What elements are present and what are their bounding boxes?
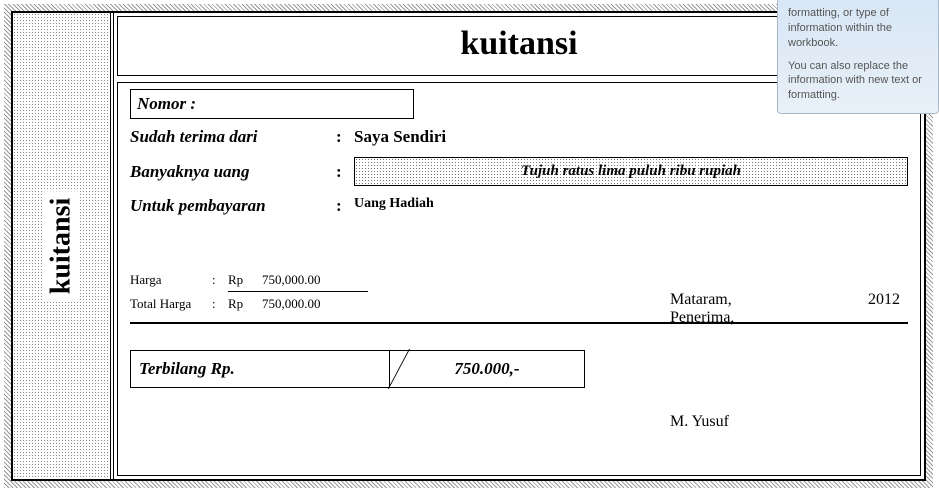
signature-block: Mataram, 2012 Penerima, M. Yusuf xyxy=(670,291,900,431)
place: Mataram, xyxy=(670,291,732,309)
total-value: 750,000.00 xyxy=(262,296,321,312)
nomor-label: Nomor : xyxy=(137,94,196,113)
colon: : xyxy=(336,162,354,182)
colon: : xyxy=(212,296,228,312)
help-tooltip: formatting, or type of information withi… xyxy=(777,0,939,114)
harga-label: Harga xyxy=(130,272,212,288)
receipt-body: Nomor : Sudah terima dari : Saya Sendiri… xyxy=(117,82,921,476)
terbilang-amount-box: 750.000,- xyxy=(389,350,585,388)
signer-role: Penerima, xyxy=(670,309,900,327)
total-label: Total Harga xyxy=(130,296,212,312)
harga-row: Harga : Rp 750,000.00 xyxy=(130,272,908,288)
price-divider xyxy=(228,291,368,292)
payment-for-row: Untuk pembayaran : Uang Hadiah xyxy=(130,196,908,216)
received-from-value: Saya Sendiri xyxy=(354,127,908,147)
tooltip-line1: formatting, or type of information withi… xyxy=(788,6,928,51)
amount-words-row: Banyaknya uang : Tujuh ratus lima puluh … xyxy=(130,157,908,186)
nomor-field: Nomor : xyxy=(130,89,414,119)
payment-for-value: Uang Hadiah xyxy=(354,196,908,212)
amount-words-value: Tujuh ratus lima puluh ribu rupiah xyxy=(354,157,908,186)
place-year: Mataram, 2012 xyxy=(670,291,900,309)
receipt-stub: kuitansi xyxy=(13,13,111,479)
stub-title: kuitansi xyxy=(44,192,80,301)
received-from-label: Sudah terima dari xyxy=(130,127,336,147)
colon: : xyxy=(336,127,354,147)
received-from-row: Sudah terima dari : Saya Sendiri xyxy=(130,127,908,147)
colon: : xyxy=(336,196,354,216)
year: 2012 xyxy=(868,291,900,309)
payment-for-label: Untuk pembayaran xyxy=(130,196,336,216)
colon: : xyxy=(212,272,228,288)
currency: Rp xyxy=(228,296,262,312)
amount-words-label: Banyaknya uang xyxy=(130,162,336,182)
signer-name: M. Yusuf xyxy=(670,413,900,431)
tooltip-line2: You can also replace the information wit… xyxy=(788,59,928,104)
currency: Rp xyxy=(228,272,262,288)
harga-value: 750,000.00 xyxy=(262,272,321,288)
terbilang-amount: 750.000,- xyxy=(454,359,519,379)
